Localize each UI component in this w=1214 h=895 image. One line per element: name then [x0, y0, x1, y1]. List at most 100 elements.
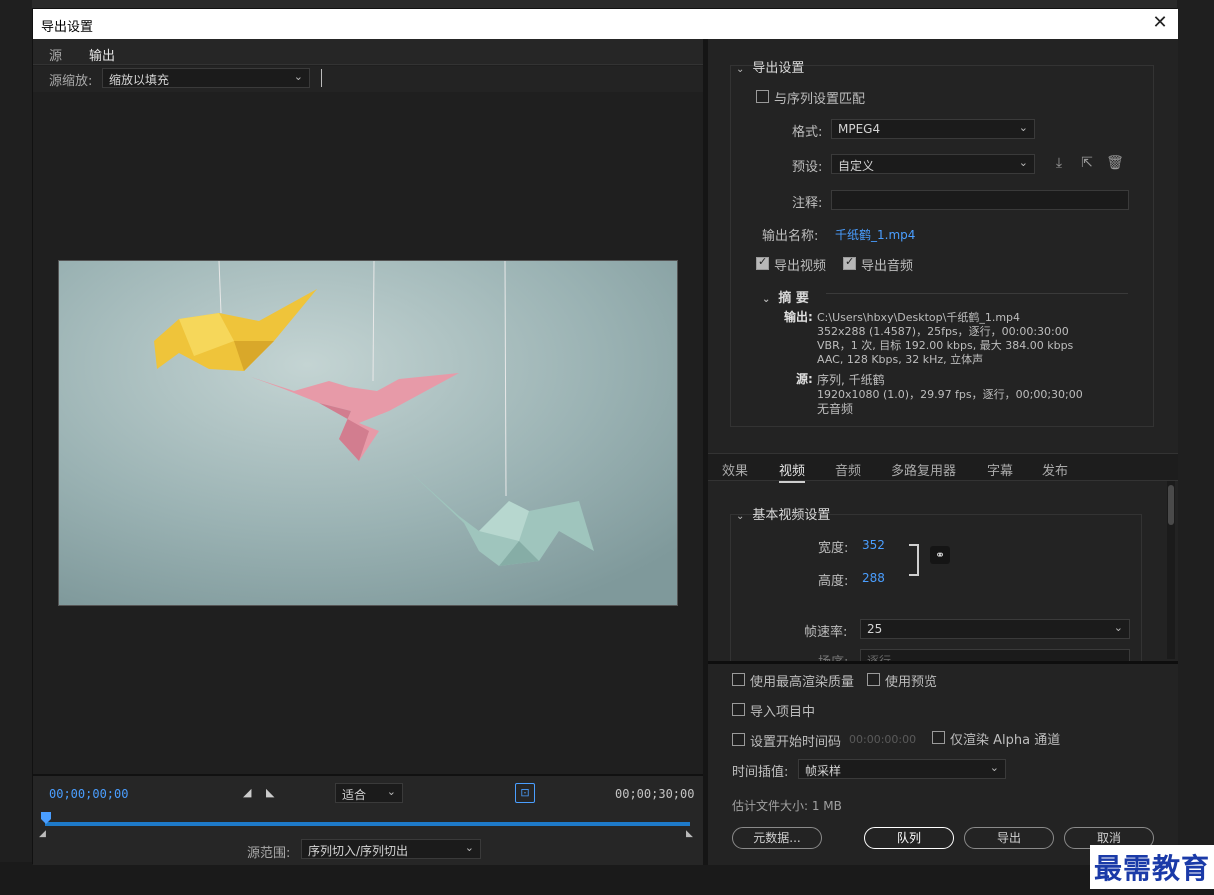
source-range-bar[interactable]	[45, 822, 690, 826]
import-into-project-checkbox[interactable]	[732, 703, 745, 716]
summary-divider	[826, 293, 1128, 294]
summary-output-label: 输出:	[784, 310, 813, 324]
source-zoom-row: 源缩放: 缩放以填充 ⌄	[33, 66, 703, 92]
tab-publish[interactable]: 发布	[1042, 460, 1068, 479]
source-range-value: 序列切入/序列切出	[308, 844, 409, 858]
text-cursor	[321, 69, 322, 87]
source-zoom-select[interactable]: 缩放以填充 ⌄	[102, 68, 310, 88]
source-range-label: 源范围:	[247, 846, 291, 861]
summary-output-line: AAC, 128 Kbps, 32 kHz, 立体声	[817, 353, 984, 366]
origami-cranes-image	[59, 261, 677, 605]
close-icon[interactable]: ✕	[1150, 12, 1170, 33]
mark-out-icon[interactable]: ◣	[266, 786, 274, 799]
format-label: 格式:	[792, 125, 823, 140]
summary-source-line: 1920x1080 (1.0)，29.97 fps，逐行，00;00;30;00	[817, 388, 1083, 401]
basic-video-heading[interactable]: ⌄ 基本视频设置	[736, 504, 830, 523]
match-sequence-label: 与序列设置匹配	[774, 92, 866, 107]
in-point-handle-icon[interactable]: ◢	[39, 829, 46, 839]
preview-panel: 源 输出 源缩放: 缩放以填充 ⌄ 00;00;00;00 ◢ ◣ 适合 ⌄ ⊡…	[33, 39, 703, 865]
app-window: 导出设置 ✕ 源 输出 源缩放: 缩放以填充 ⌄ 00;00;00;00 ◢ ◣…	[0, 0, 1214, 895]
tab-output[interactable]: 输出	[89, 45, 116, 68]
settings-panel: ⌄ 导出设置 与序列设置匹配 格式: MPEG4 ⌄ 预设: 自定义 ⌄ ⤓ ⇱ …	[708, 39, 1178, 865]
format-value: MPEG4	[838, 122, 881, 136]
basic-video-section	[730, 514, 1142, 664]
dialog-titlebar: 导出设置 ✕	[33, 9, 1178, 39]
time-interpolation-select[interactable]: 帧采样 ⌄	[798, 759, 1006, 779]
set-start-timecode-checkbox[interactable]	[732, 733, 745, 746]
tab-captions[interactable]: 字幕	[987, 460, 1013, 479]
estimated-file-size: 估计文件大小: 1 MB	[732, 799, 842, 813]
fit-value: 适合	[342, 788, 367, 802]
aspect-correction-icon[interactable]: ⊡	[515, 783, 535, 803]
time-interpolation-label: 时间插值:	[732, 765, 789, 780]
use-previews-checkbox[interactable]	[867, 673, 880, 686]
tab-effects[interactable]: 效果	[722, 460, 748, 479]
export-audio-checkbox[interactable]	[843, 255, 856, 270]
export-settings-heading[interactable]: ⌄ 导出设置	[736, 57, 804, 76]
background-app-left	[0, 0, 32, 895]
render-alpha-only-label: 仅渲染 Alpha 通道	[950, 733, 1061, 748]
tab-video[interactable]: 视频	[779, 460, 806, 483]
time-interpolation-value: 帧采样	[805, 764, 842, 778]
export-video-checkbox[interactable]	[756, 255, 769, 270]
import-preset-icon[interactable]: ⇱	[1077, 155, 1097, 173]
background-app-right	[1177, 0, 1214, 895]
tab-multiplexer[interactable]: 多路复用器	[891, 460, 956, 479]
match-sequence-checkbox[interactable]	[756, 90, 769, 103]
preset-select[interactable]: 自定义 ⌄	[831, 154, 1035, 174]
field-order-select[interactable]: 逐行	[860, 649, 1130, 661]
chevron-down-icon: ⌄	[1018, 156, 1028, 169]
chevron-down-icon: ⌄	[464, 841, 474, 854]
field-order-row-clipped: 场序: 逐行	[708, 643, 1168, 661]
preset-value: 自定义	[838, 159, 875, 173]
height-value[interactable]: 288	[862, 571, 885, 585]
link-icon[interactable]: ⚭	[930, 546, 950, 564]
source-zoom-value: 缩放以填充	[109, 73, 170, 87]
metadata-button[interactable]: 元数据...	[732, 827, 822, 849]
width-label: 宽度:	[818, 541, 849, 556]
chevron-down-icon: ⌄	[293, 70, 303, 83]
comment-label: 注释:	[792, 196, 823, 211]
preview-area	[33, 92, 703, 772]
chevron-down-icon: ⌄	[386, 785, 396, 798]
chevron-down-icon: ⌄	[762, 294, 771, 305]
set-start-timecode-label: 设置开始时间码	[750, 735, 842, 750]
aspect-bracket	[909, 544, 919, 576]
use-previews-label: 使用预览	[885, 675, 938, 690]
timecode-end: 00;00;30;00	[615, 787, 695, 801]
export-button[interactable]: 导出	[964, 827, 1054, 849]
format-select[interactable]: MPEG4 ⌄	[831, 119, 1035, 139]
delete-preset-icon[interactable]: 🗑	[1105, 155, 1125, 173]
playhead-icon[interactable]	[41, 812, 51, 824]
export-video-label: 导出视频	[774, 259, 827, 274]
framerate-value: 25	[867, 622, 883, 636]
render-options: 使用最高渲染质量 使用预览 导入项目中 设置开始时间码 00:00:00:00 …	[708, 661, 1178, 865]
field-order-label: 场序:	[818, 651, 848, 661]
settings-scroll-thumb[interactable]	[1168, 485, 1174, 525]
fit-select[interactable]: 适合 ⌄	[335, 783, 403, 803]
framerate-select[interactable]: 25 ⌄	[860, 619, 1130, 639]
save-preset-icon[interactable]: ⤓	[1049, 155, 1069, 173]
export-settings-title: 导出设置	[752, 61, 805, 76]
summary-source-line: 无音频	[817, 402, 854, 416]
chevron-down-icon: ⌄	[989, 761, 999, 774]
render-alpha-only-checkbox[interactable]	[932, 731, 945, 744]
output-name-link[interactable]: 千纸鹤_1.mp4	[835, 226, 915, 243]
width-value[interactable]: 352	[862, 538, 885, 552]
tab-source[interactable]: 源	[49, 45, 62, 64]
settings-tabs: 效果 视频 音频 多路复用器 字幕 发布	[708, 453, 1178, 483]
timecode-start[interactable]: 00;00;00;00	[49, 787, 128, 801]
mark-in-icon[interactable]: ◢	[243, 786, 251, 799]
background-app-bar	[0, 0, 1214, 8]
source-zoom-label: 源缩放:	[49, 74, 93, 89]
export-audio-label: 导出音频	[861, 259, 914, 274]
queue-button[interactable]: 队列	[864, 827, 954, 849]
dialog-title: 导出设置	[41, 20, 94, 35]
max-render-quality-checkbox[interactable]	[732, 673, 745, 686]
out-point-handle-icon[interactable]: ◣	[686, 829, 693, 839]
preview-tabs: 源 输出	[33, 39, 703, 68]
tab-audio[interactable]: 音频	[835, 460, 861, 479]
summary-heading[interactable]: ⌄ 摘 要	[762, 287, 809, 306]
source-range-select[interactable]: 序列切入/序列切出 ⌄	[301, 839, 481, 859]
comment-input[interactable]	[831, 190, 1129, 210]
